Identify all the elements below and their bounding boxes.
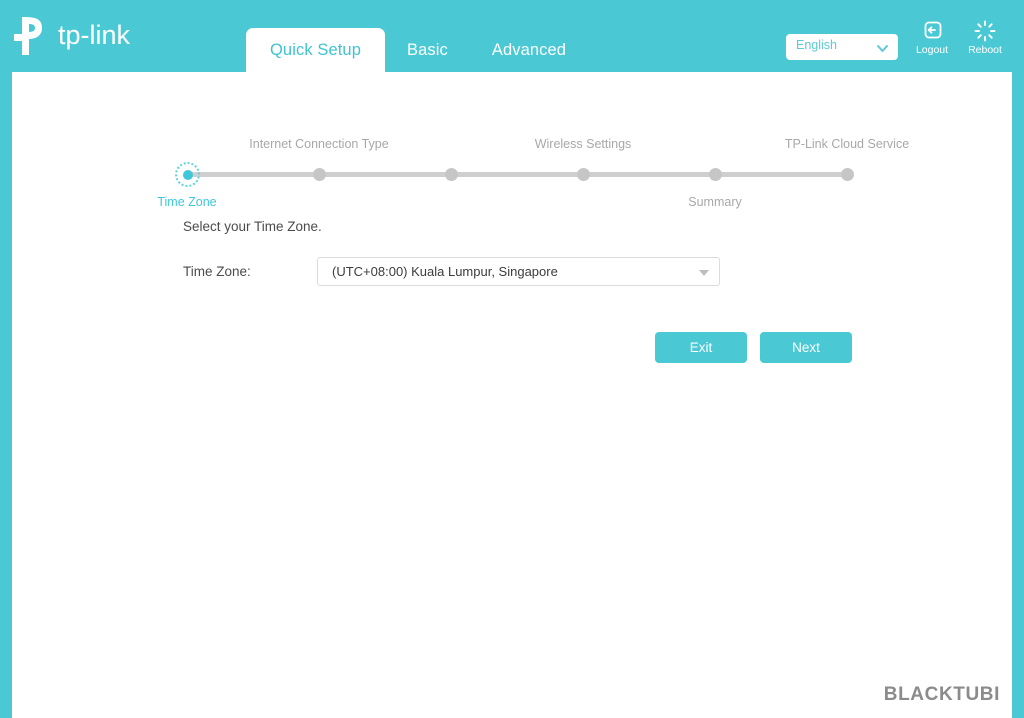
- time-zone-select[interactable]: (UTC+08:00) Kuala Lumpur, Singapore: [317, 257, 720, 286]
- stepper-dot-summary: [709, 168, 722, 181]
- time-zone-label: Time Zone:: [183, 264, 251, 279]
- stepper-dot-internet-connection-type: [313, 168, 326, 181]
- stepper-dot-wireless-settings: [577, 168, 590, 181]
- form-intro-text: Select your Time Zone.: [183, 219, 322, 234]
- stepper-label-time-zone: Time Zone: [157, 195, 217, 209]
- language-selector-value: English: [796, 38, 837, 52]
- logout-label: Logout: [915, 44, 949, 56]
- next-button[interactable]: Next: [760, 332, 852, 363]
- stepper-label-summary: Summary: [688, 195, 742, 209]
- stepper-label-wireless-settings: Wireless Settings: [534, 137, 632, 151]
- tab-advanced[interactable]: Advanced: [470, 28, 588, 75]
- reboot-icon: [961, 20, 1009, 42]
- reboot-button[interactable]: Reboot: [961, 20, 1009, 56]
- app-header: tp-link Quick Setup Basic Advanced Engli…: [0, 0, 1024, 75]
- stepper-dot-time-zone: [175, 162, 200, 187]
- logout-button[interactable]: Logout: [908, 20, 956, 56]
- stepper-track: [187, 172, 847, 177]
- time-zone-select-value: (UTC+08:00) Kuala Lumpur, Singapore: [332, 264, 558, 279]
- tp-link-logo-icon: [12, 15, 52, 57]
- tp-link-wordmark: tp-link: [58, 19, 176, 53]
- stepper-dot-tp-link-cloud-service: [841, 168, 854, 181]
- exit-button[interactable]: Exit: [655, 332, 747, 363]
- tab-quick-setup[interactable]: Quick Setup: [246, 28, 385, 75]
- watermark: BLACKTUBI: [883, 684, 1000, 705]
- setup-progress-stepper: Time Zone Internet Connection Type Wirel…: [12, 102, 1012, 222]
- tp-link-logo: tp-link: [12, 14, 176, 58]
- content-panel: Time Zone Internet Connection Type Wirel…: [12, 72, 1012, 718]
- reboot-label: Reboot: [968, 44, 1002, 56]
- stepper-dot-step-3: [445, 168, 458, 181]
- stepper-label-tp-link-cloud-service: TP-Link Cloud Service: [784, 137, 910, 151]
- chevron-down-icon: [876, 41, 889, 59]
- triangle-down-icon: [699, 270, 709, 276]
- tab-basic[interactable]: Basic: [385, 28, 470, 75]
- main-tabs: Quick Setup Basic Advanced: [246, 28, 588, 75]
- svg-text:tp-link: tp-link: [58, 20, 131, 50]
- logout-icon: [908, 20, 956, 42]
- stepper-active-core-icon: [182, 169, 193, 180]
- language-selector[interactable]: English: [786, 34, 898, 60]
- stepper-label-internet-connection-type: Internet Connection Type: [249, 137, 389, 151]
